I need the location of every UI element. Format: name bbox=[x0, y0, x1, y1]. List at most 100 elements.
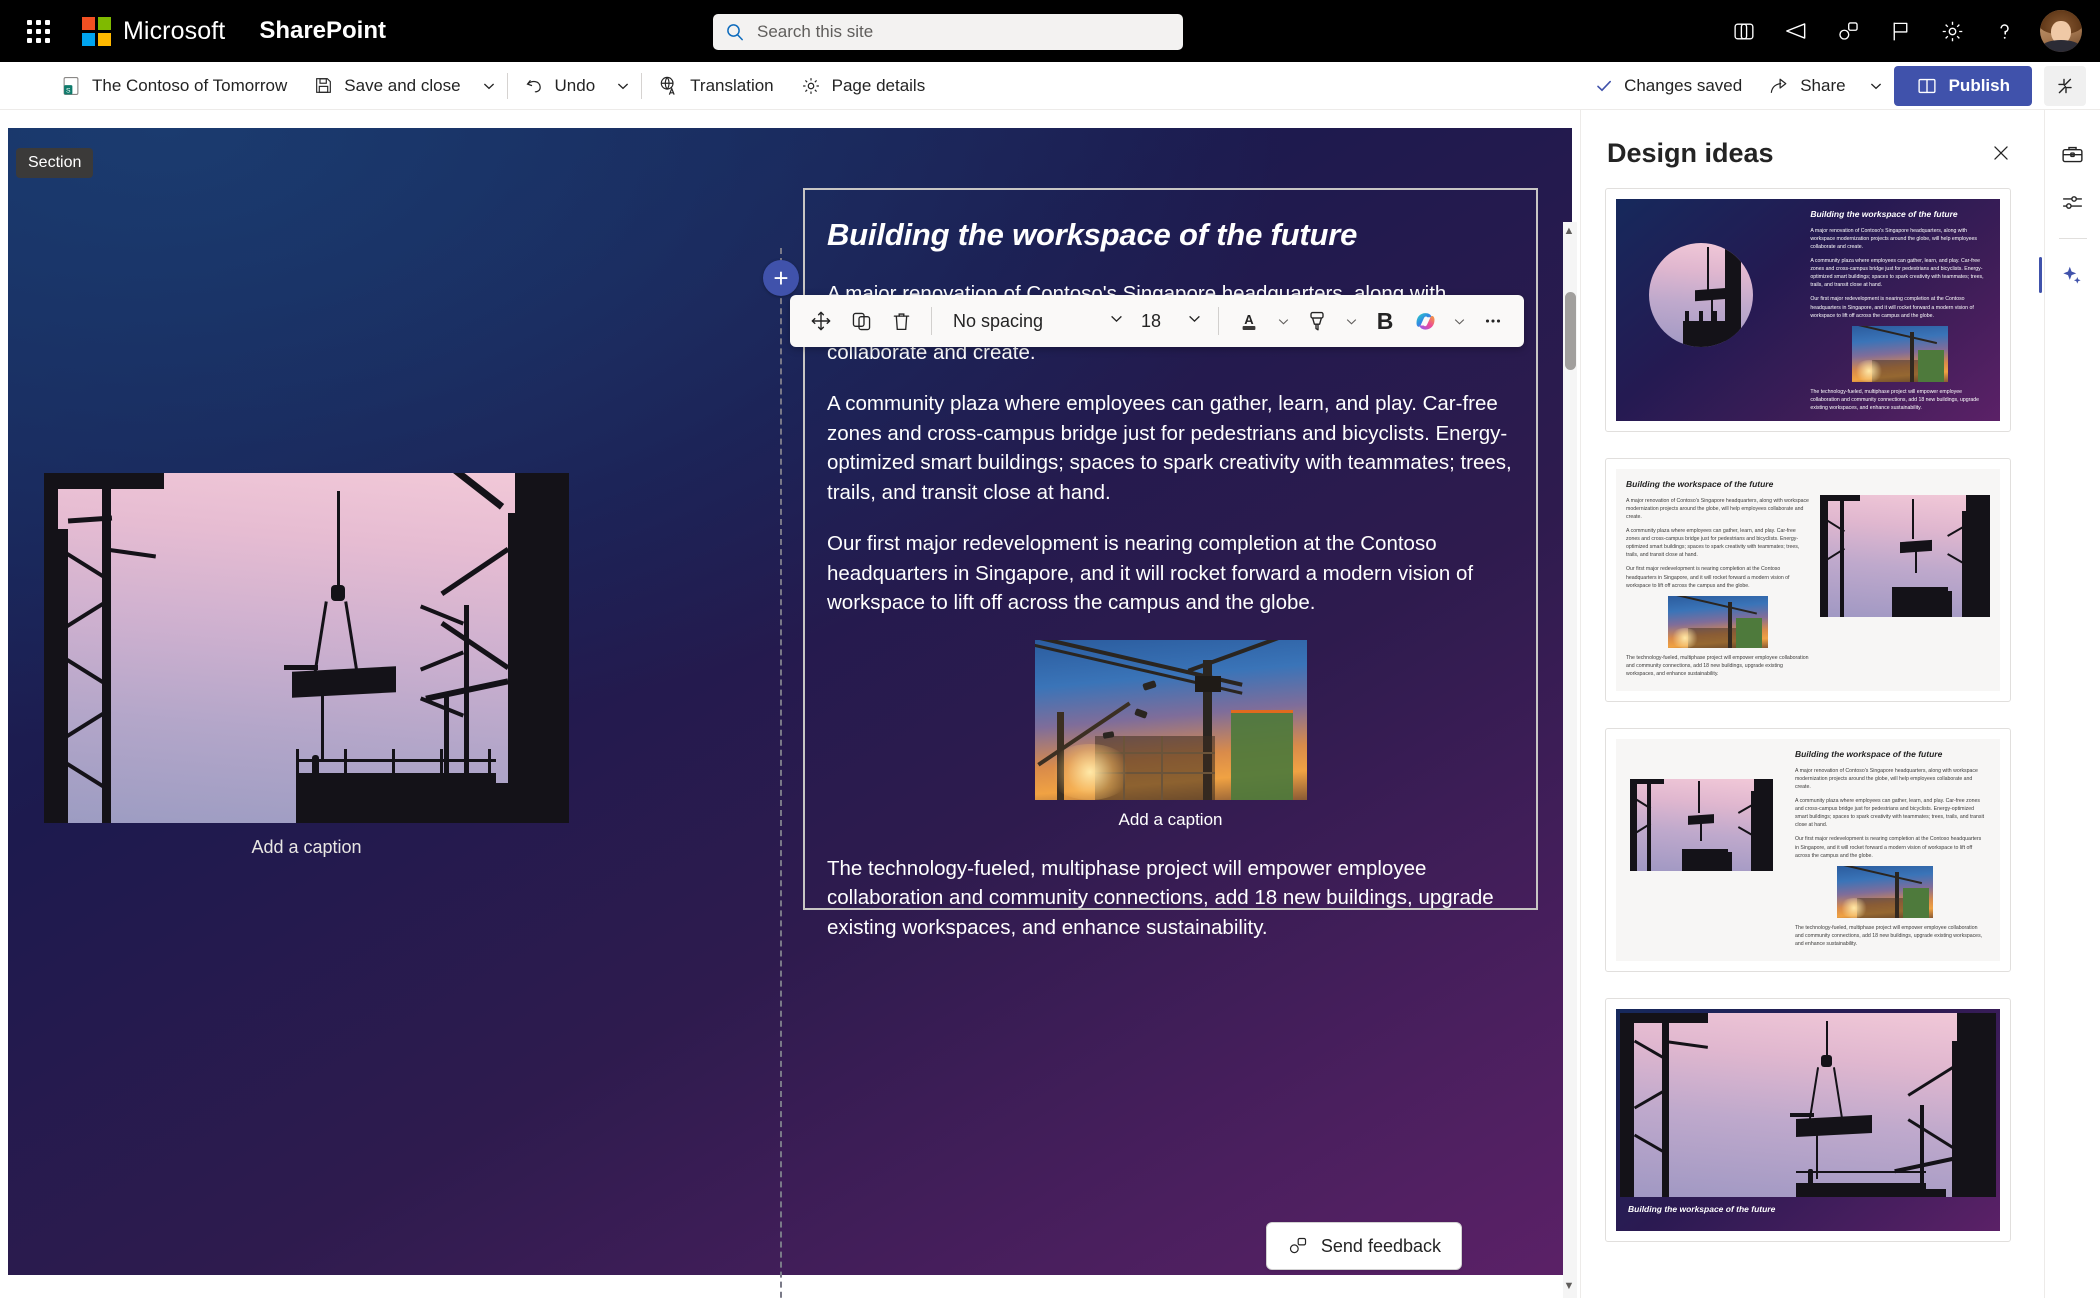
delete-icon[interactable] bbox=[882, 301, 920, 341]
close-icon[interactable] bbox=[1984, 136, 2018, 170]
translation-button[interactable]: Translation bbox=[646, 66, 785, 106]
chevron-down-icon bbox=[1108, 310, 1125, 332]
page-title-text: The Contoso of Tomorrow bbox=[92, 75, 288, 95]
save-options-chevron-down-icon[interactable] bbox=[475, 66, 503, 106]
design-idea-thumbnail: Building the workspace of the future A m… bbox=[1616, 199, 2000, 421]
more-options-icon[interactable] bbox=[1474, 301, 1512, 341]
inline-image-caption[interactable]: Add a caption bbox=[1119, 810, 1223, 830]
design-idea-card[interactable]: Building the workspace of the future bbox=[1605, 998, 2011, 1242]
hero-image-webpart[interactable]: Add a caption bbox=[44, 473, 569, 858]
thumb-main-image bbox=[1819, 495, 1990, 617]
add-section-top-button[interactable]: + bbox=[763, 260, 799, 296]
column-divider bbox=[780, 248, 782, 1298]
toolbox-icon[interactable] bbox=[2051, 132, 2095, 176]
share-button[interactable]: Share bbox=[1756, 66, 1857, 106]
inline-image-block[interactable]: Add a caption bbox=[827, 639, 1514, 830]
design-idea-card[interactable]: Building the workspace of the future A m… bbox=[1605, 188, 2011, 432]
article-heading[interactable]: Building the workspace of the future bbox=[827, 216, 1514, 255]
font-color-chevron-down-icon[interactable] bbox=[1270, 301, 1296, 341]
page-title-item[interactable]: S The Contoso of Tomorrow bbox=[48, 66, 299, 106]
sparkle-icon[interactable] bbox=[2038, 253, 2095, 297]
hero-image[interactable] bbox=[44, 473, 569, 823]
share-options-chevron-down-icon[interactable] bbox=[1862, 66, 1890, 106]
microsoft-wordmark: Microsoft bbox=[123, 16, 226, 45]
canvas-scroll-thumb[interactable] bbox=[1565, 292, 1576, 370]
article-paragraph-3[interactable]: Our first major redevelopment is nearing… bbox=[827, 529, 1514, 618]
thumb-main-image bbox=[1630, 779, 1773, 871]
microsoft-squares-icon bbox=[82, 16, 111, 46]
highlight-chevron-down-icon[interactable] bbox=[1338, 301, 1364, 341]
waffle-icon bbox=[26, 19, 50, 43]
inline-image[interactable] bbox=[1034, 639, 1307, 800]
hero-image-caption[interactable]: Add a caption bbox=[44, 837, 569, 858]
send-feedback-button[interactable]: Send feedback bbox=[1265, 1222, 1462, 1270]
divider bbox=[2058, 238, 2087, 239]
font-size-value: 18 bbox=[1141, 310, 1162, 331]
feedback-icon bbox=[1289, 1237, 1307, 1254]
text-format-toolbar: No spacing 18 A B bbox=[790, 295, 1524, 347]
panel-header: Design ideas bbox=[1581, 110, 2044, 188]
scroll-up-arrow-icon[interactable]: ▲ bbox=[1562, 223, 1576, 239]
font-size-dropdown[interactable]: 18 bbox=[1131, 301, 1207, 341]
app-name-sharepoint[interactable]: SharePoint bbox=[259, 17, 386, 45]
font-color-icon[interactable]: A bbox=[1230, 301, 1268, 341]
gear-icon[interactable] bbox=[1926, 7, 1978, 55]
duplicate-icon[interactable] bbox=[842, 301, 880, 341]
save-icon bbox=[316, 78, 332, 93]
article-closing-paragraph[interactable]: The technology-fueled, multiphase projec… bbox=[827, 854, 1514, 943]
flag-icon[interactable] bbox=[1874, 7, 1926, 55]
undo-icon bbox=[526, 80, 541, 93]
undo-options-chevron-down-icon[interactable] bbox=[609, 66, 637, 106]
check-icon bbox=[1597, 80, 1612, 91]
bold-button[interactable]: B bbox=[1366, 301, 1404, 341]
design-ideas-panel: Design ideas Building the workspace of t… bbox=[1580, 110, 2044, 1298]
highlight-icon[interactable] bbox=[1298, 301, 1336, 341]
microsoft-logo[interactable]: Microsoft bbox=[82, 16, 226, 46]
thumb-paragraph: Our first major redevelopment is nearing… bbox=[1794, 836, 1982, 859]
suite-bar: Microsoft SharePoint bbox=[0, 0, 2100, 62]
canvas-scrollbar[interactable] bbox=[1563, 222, 1577, 1298]
command-bar-right: Changes saved Share Publish bbox=[1584, 65, 2086, 106]
panel-title: Design ideas bbox=[1607, 137, 1774, 168]
send-feedback-label: Send feedback bbox=[1320, 1235, 1441, 1256]
svg-text:S: S bbox=[66, 87, 71, 94]
translation-label: Translation bbox=[690, 75, 774, 95]
section-tag[interactable]: Section bbox=[16, 148, 94, 178]
copilot-chevron-down-icon[interactable] bbox=[1446, 301, 1472, 341]
design-idea-card[interactable]: Building the workspace of the future A m… bbox=[1605, 728, 2011, 972]
article-paragraph-2[interactable]: A community plaza where employees can ga… bbox=[827, 389, 1514, 507]
move-handle-icon[interactable] bbox=[802, 301, 840, 341]
changes-saved-status: Changes saved bbox=[1584, 76, 1752, 96]
page-details-button[interactable]: Page details bbox=[788, 66, 938, 106]
paragraph-style-dropdown[interactable]: No spacing bbox=[943, 301, 1129, 341]
search-box[interactable] bbox=[713, 14, 1183, 50]
feedback-icon[interactable] bbox=[1822, 7, 1874, 55]
thumb-paragraph: The technology-fueled, multiphase projec… bbox=[1626, 654, 1809, 677]
thumb-inline-image bbox=[1852, 325, 1949, 382]
help-icon[interactable] bbox=[1978, 7, 2030, 55]
avatar[interactable] bbox=[2040, 10, 2082, 52]
app-launcher-button[interactable] bbox=[12, 9, 64, 53]
search-input[interactable] bbox=[757, 22, 1183, 42]
save-and-close-button[interactable]: Save and close bbox=[301, 66, 472, 106]
thumb-heading: Building the workspace of the future bbox=[1626, 479, 1774, 489]
design-idea-card[interactable]: Building the workspace of the future A m… bbox=[1605, 458, 2011, 702]
publish-label: Publish bbox=[1948, 75, 2010, 95]
publish-icon bbox=[1918, 78, 1936, 93]
undo-label: Undo bbox=[554, 75, 596, 95]
scroll-down-arrow-icon[interactable]: ▼ bbox=[1562, 1278, 1576, 1294]
megaphone-icon[interactable] bbox=[1770, 7, 1822, 55]
thumb-image-area bbox=[1616, 199, 1800, 421]
page-canvas: Add a caption Building the workspace of … bbox=[0, 110, 1580, 1298]
thumb-heading: Building the workspace of the future bbox=[1810, 209, 1958, 219]
publish-button[interactable]: Publish bbox=[1893, 65, 2032, 106]
collapse-ribbon-button[interactable] bbox=[2044, 65, 2086, 106]
contrast-icon[interactable] bbox=[1718, 7, 1770, 55]
copilot-icon[interactable] bbox=[1406, 301, 1444, 341]
paragraph-style-value: No spacing bbox=[953, 310, 1044, 331]
page-details-label: Page details bbox=[831, 75, 926, 95]
undo-button[interactable]: Undo bbox=[512, 66, 608, 106]
thumb-paragraph: A community plaza where employees can ga… bbox=[1626, 528, 1800, 559]
divider bbox=[1218, 307, 1219, 335]
sliders-icon[interactable] bbox=[2051, 180, 2095, 224]
